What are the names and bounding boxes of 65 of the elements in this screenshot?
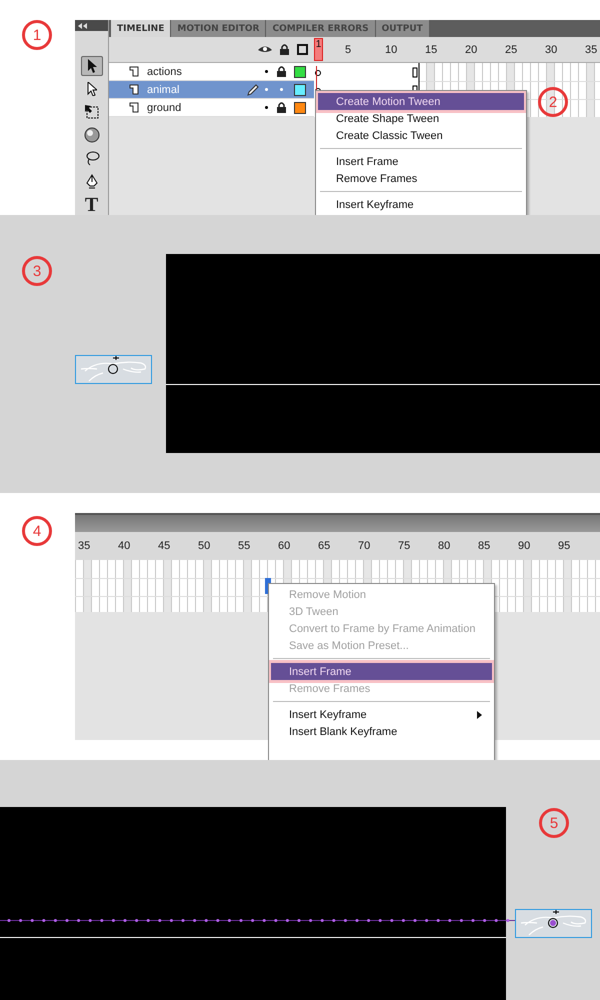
- step-marker: 2: [538, 87, 568, 117]
- layer-row[interactable]: ground: [109, 99, 314, 117]
- menu-item[interactable]: Create Motion Tween: [318, 93, 524, 110]
- menu-item[interactable]: Insert Keyframe: [318, 196, 524, 213]
- menu-item[interactable]: Create Shape Tween: [318, 110, 524, 127]
- layer-icon: [129, 66, 141, 77]
- layer-name: ground: [147, 102, 182, 114]
- frame-number: 5: [345, 44, 352, 56]
- arrow-icon: [86, 82, 96, 96]
- menu-item[interactable]: Insert Keyframe: [271, 706, 492, 723]
- step-marker: 3: [22, 256, 52, 286]
- frame-number: 75: [398, 540, 412, 552]
- frame-number: 35: [78, 540, 92, 552]
- frame-number: 65: [318, 540, 332, 552]
- lock-icon[interactable]: [276, 102, 286, 113]
- unlock-dot[interactable]: [280, 88, 282, 91]
- menu-item[interactable]: Remove Frames: [318, 170, 524, 187]
- eye-icon: [258, 45, 272, 54]
- lock-icon[interactable]: [276, 66, 286, 77]
- step-marker: 5: [539, 808, 569, 838]
- frame-number: 50: [198, 540, 212, 552]
- menu-item[interactable]: Create Classic Tween: [318, 127, 524, 144]
- lock-icon: [280, 44, 289, 55]
- step-marker: 4: [22, 516, 52, 546]
- frame-number: 80: [438, 540, 452, 552]
- layer-icon: [129, 102, 141, 113]
- sphere-icon: [84, 127, 100, 144]
- visible-dot[interactable]: [265, 88, 268, 91]
- frame-number: 10: [385, 44, 398, 56]
- selection-tool[interactable]: [80, 56, 102, 76]
- frame-number: 90: [518, 540, 532, 552]
- frame-number: 30: [545, 44, 558, 56]
- layer-name: actions: [147, 66, 183, 78]
- frame-number: 25: [505, 44, 518, 56]
- layer-icon: [129, 84, 141, 95]
- frame-number: 95: [558, 540, 572, 552]
- frame-number: 35: [585, 44, 598, 56]
- panel-tab[interactable]: TIMELINE: [111, 20, 170, 37]
- frame-number: 85: [478, 540, 492, 552]
- animal-symbol[interactable]: [515, 909, 592, 938]
- arrow-icon: [86, 59, 96, 74]
- outline-icon: [297, 44, 308, 55]
- menu-item[interactable]: Insert Frame: [271, 663, 492, 680]
- playhead[interactable]: 1: [314, 38, 323, 61]
- visible-dot[interactable]: [265, 106, 268, 109]
- pencil-icon: [247, 84, 259, 96]
- visible-dot[interactable]: [265, 70, 268, 73]
- layer-name: animal: [147, 84, 180, 96]
- lasso-icon: [84, 150, 100, 166]
- frame-number: 55: [238, 540, 252, 552]
- collapse-icon[interactable]: [78, 22, 87, 29]
- layer-row[interactable]: actions: [109, 63, 314, 81]
- frame-number: 70: [358, 540, 372, 552]
- step-marker: 1: [22, 20, 52, 50]
- pen-icon: [84, 174, 98, 190]
- menu-item[interactable]: Insert Frame: [318, 153, 524, 170]
- text-tool[interactable]: T: [80, 195, 102, 215]
- frame-number: 15: [425, 44, 438, 56]
- animal-symbol[interactable]: [75, 355, 152, 384]
- menu-item[interactable]: Insert Blank Keyframe: [271, 723, 492, 740]
- frame-number: 20: [465, 44, 478, 56]
- frame-number: 60: [278, 540, 292, 552]
- frame-number: 45: [158, 540, 172, 552]
- transform-icon: [84, 104, 100, 120]
- frame-number: 40: [118, 540, 132, 552]
